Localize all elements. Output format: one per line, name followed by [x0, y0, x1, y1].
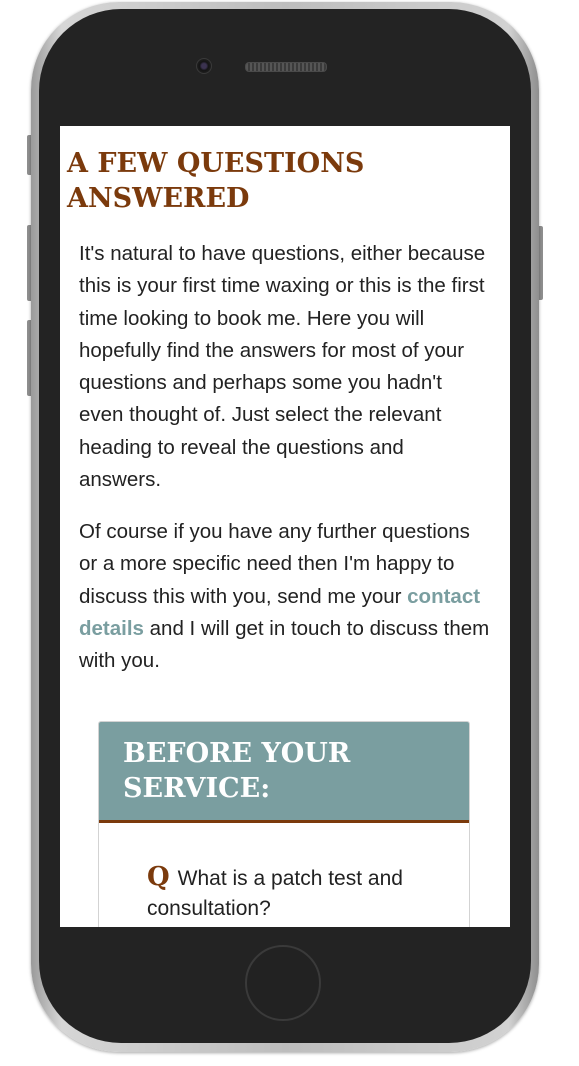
accordion-title: BEFORE YOUR SERVICE:: [123, 738, 351, 804]
question-text: What is a patch test and consultation?: [147, 867, 403, 920]
accordion-header[interactable]: BEFORE YOUR SERVICE:: [99, 722, 469, 823]
home-button[interactable]: [245, 945, 321, 1021]
earpiece-speaker: [245, 62, 327, 72]
before-service-accordion: BEFORE YOUR SERVICE: Q What is a patch te…: [98, 721, 470, 927]
page-title: A FEW QUESTIONS ANSWERED: [67, 148, 365, 214]
front-camera-icon: [196, 58, 212, 74]
phone-screen: A FEW QUESTIONS ANSWERED It's natural to…: [60, 126, 510, 927]
question-marker: Q: [147, 862, 170, 892]
further-questions-paragraph: Of course if you have any further questi…: [79, 516, 491, 677]
question-item[interactable]: Q What is a patch test and consultation?: [147, 862, 437, 924]
intro-paragraph: It's natural to have questions, either b…: [79, 242, 486, 492]
